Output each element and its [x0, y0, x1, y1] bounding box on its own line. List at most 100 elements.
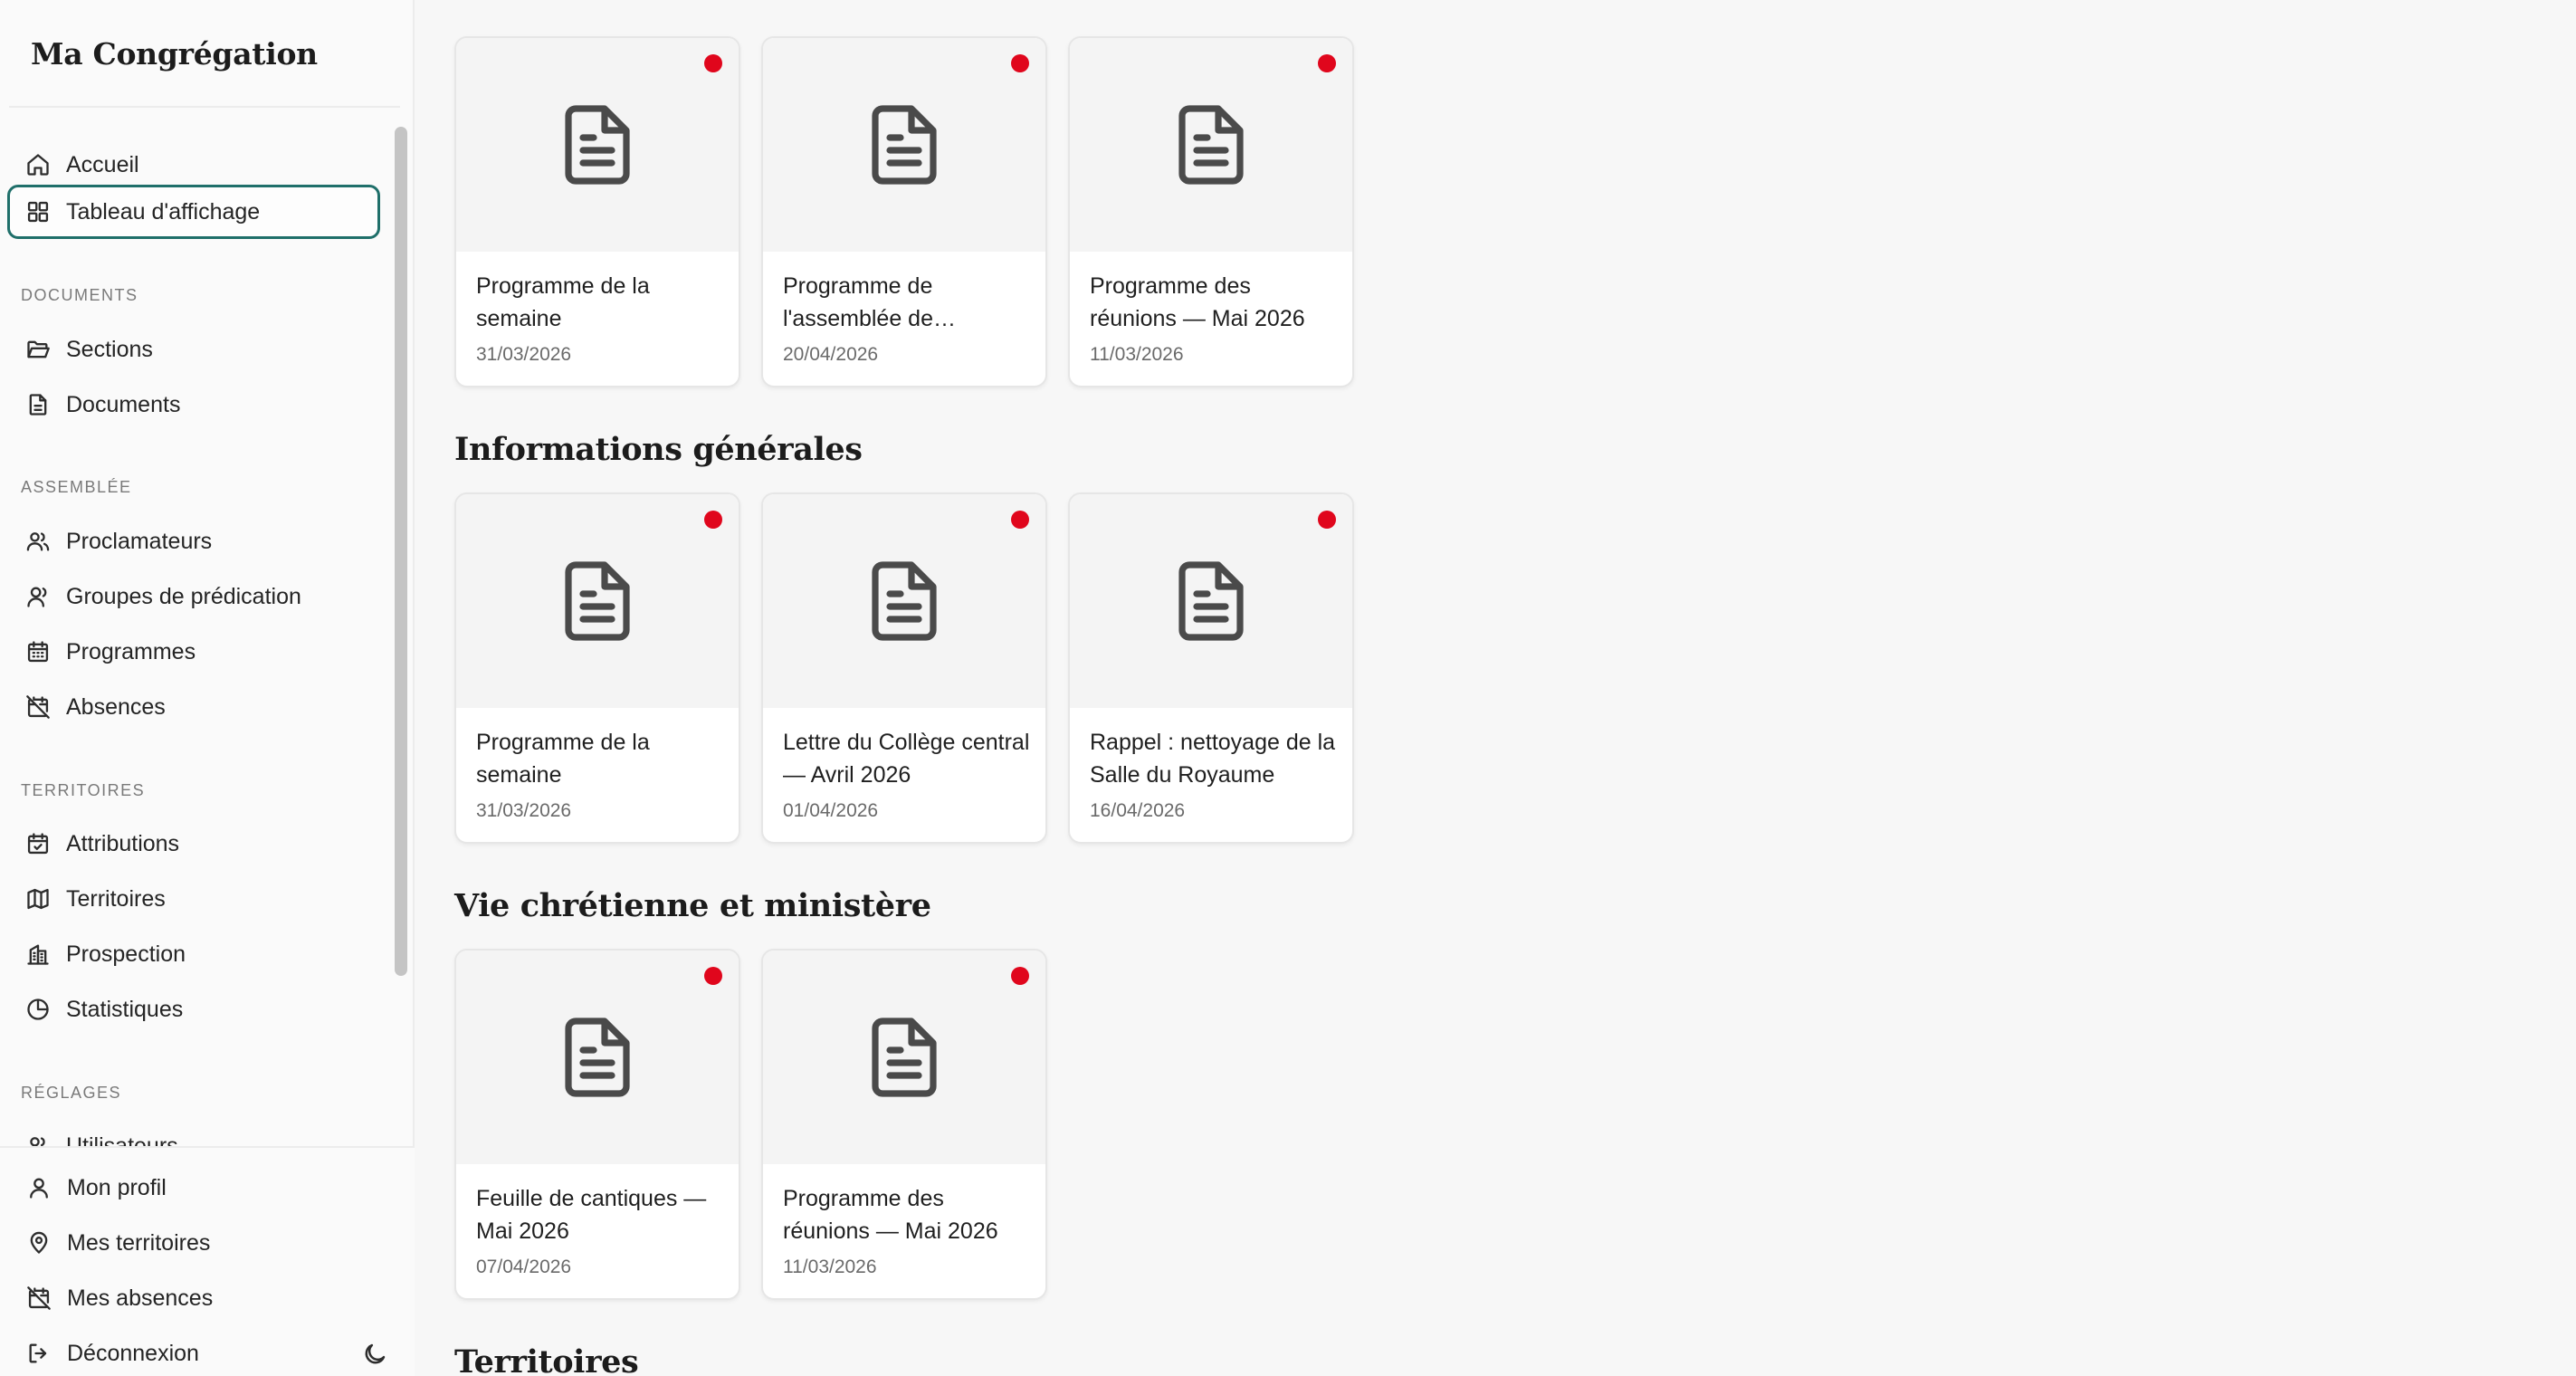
- document-thumbnail: [763, 951, 1045, 1164]
- sidebar-item-attributions[interactable]: Attributions: [7, 817, 380, 871]
- sidebar-item-programmes[interactable]: Programmes: [7, 625, 380, 679]
- document-icon: [872, 561, 937, 641]
- document-icon: [872, 105, 937, 185]
- section-label-documents: DOCUMENTS: [21, 286, 138, 304]
- document-card[interactable]: Rappel : nettoyage de la Salle du Royaum…: [1068, 492, 1354, 844]
- document-date: 31/03/2026: [476, 344, 572, 365]
- document-card[interactable]: Programme des réunions — Mai 2026 11/03/2…: [761, 949, 1047, 1300]
- document-card[interactable]: Feuille de cantiques — Mai 2026 07/04/202…: [454, 949, 740, 1300]
- unread-badge: [1318, 511, 1336, 529]
- unread-badge: [1011, 511, 1029, 529]
- calendar-off-icon: [25, 1285, 52, 1312]
- bottom-item-mes-absences[interactable]: Mes absences: [7, 1273, 369, 1323]
- document-card[interactable]: Programme des réunions — Mai 2026 11/03/2…: [1068, 36, 1354, 387]
- sidebar-item-prospection[interactable]: Prospection: [7, 927, 380, 981]
- sidebar-item-territoires[interactable]: Territoires: [7, 872, 380, 926]
- sidebar-item-label: Groupes de prédication: [66, 583, 301, 609]
- document-date: 01/04/2026: [783, 800, 879, 821]
- bottom-item-mes-territoires[interactable]: Mes territoires: [7, 1218, 369, 1268]
- document-icon: [1178, 561, 1244, 641]
- bottom-item-label: Mon profil: [67, 1174, 167, 1200]
- sidebar-item-tableau-affichage[interactable]: Tableau d'affichage: [7, 185, 380, 239]
- sidebar-item-documents[interactable]: Documents: [7, 377, 380, 432]
- sidebar-item-label: Statistiques: [66, 996, 184, 1022]
- document-date: 11/03/2026: [783, 1257, 877, 1277]
- sidebar-item-absences[interactable]: Absences: [7, 680, 380, 734]
- document-date: 11/03/2026: [1090, 344, 1184, 365]
- moon-icon: [361, 1341, 388, 1368]
- bottom-item-mon-profil[interactable]: Mon profil: [7, 1162, 369, 1213]
- document-icon: [872, 1018, 937, 1097]
- document-title: Programme de l'assemblée de…: [783, 273, 956, 331]
- bottom-item-label: Déconnexion: [67, 1340, 199, 1366]
- unread-badge: [704, 967, 722, 985]
- section-title: Territoires: [454, 1343, 639, 1376]
- document-icon: [565, 105, 630, 185]
- document-date: 31/03/2026: [476, 800, 572, 821]
- section-label-assemblee: ASSEMBLÉE: [21, 478, 132, 496]
- bottom-item-deconnexion[interactable]: Déconnexion: [7, 1328, 369, 1376]
- document-date: 07/04/2026: [476, 1257, 572, 1277]
- app-title: Ma Congrégation: [31, 36, 318, 72]
- document-card[interactable]: Programme de la semaine 31/03/2026: [454, 492, 740, 844]
- users-icon: [24, 528, 52, 555]
- sidebar-item-label: Attributions: [66, 830, 180, 856]
- sidebar-nav: Accueil Tableau d'affichage DOCUMENTS Se…: [0, 118, 389, 1146]
- building-icon: [24, 941, 52, 968]
- document-card[interactable]: Lettre du Collège central — Avril 2026 01…: [761, 492, 1047, 844]
- unread-badge: [704, 54, 722, 72]
- document-thumbnail: [456, 951, 739, 1164]
- unread-badge: [1318, 54, 1336, 72]
- document-thumbnail: [456, 38, 739, 252]
- home-icon: [24, 151, 52, 178]
- sidebar-item-label: Accueil: [66, 151, 139, 177]
- pie-chart-icon: [24, 996, 52, 1023]
- sidebar-item-label: Prospection: [66, 941, 186, 967]
- unread-badge: [704, 511, 722, 529]
- grid-icon: [24, 198, 52, 225]
- logout-icon: [25, 1340, 52, 1367]
- calendar-off-icon: [24, 693, 52, 721]
- sidebar-item-statistiques[interactable]: Statistiques: [7, 982, 380, 1037]
- sidebar-item-proclamateurs[interactable]: Proclamateurs: [7, 514, 380, 569]
- bottom-item-label: Mes absences: [67, 1285, 214, 1311]
- document-date: 20/04/2026: [783, 344, 879, 365]
- document-thumbnail: [456, 494, 739, 708]
- document-thumbnail: [763, 38, 1045, 252]
- sidebar-item-label: Territoires: [66, 885, 166, 912]
- sidebar-item-accueil[interactable]: Accueil: [7, 138, 380, 192]
- section-title: Informations générales: [454, 431, 863, 468]
- sidebar-item-utilisateurs[interactable]: Utilisateurs: [7, 1119, 380, 1146]
- document-date: 16/04/2026: [1090, 800, 1186, 821]
- document-card[interactable]: Programme de la semaine 31/03/2026: [454, 36, 740, 387]
- document-title: Programme de la semaine: [476, 730, 650, 788]
- document-icon: [565, 561, 630, 641]
- sidebar-item-label: Sections: [66, 336, 153, 362]
- sidebar-item-groupes[interactable]: Groupes de prédication: [7, 569, 380, 624]
- user-group-icon: [24, 583, 52, 610]
- sidebar-item-label: Documents: [66, 391, 181, 417]
- document-icon: [565, 1018, 630, 1097]
- document-title: Programme de la semaine: [476, 273, 650, 331]
- user-icon: [25, 1174, 52, 1201]
- document-title: Feuille de cantiques — Mai 2026: [476, 1186, 707, 1244]
- sidebar-item-label: Absences: [66, 693, 166, 720]
- unread-badge: [1011, 967, 1029, 985]
- document-card[interactable]: Programme de l'assemblée de… 20/04/2026: [761, 36, 1047, 387]
- sidebar: Ma Congrégation Accueil Tableau d'affich…: [0, 0, 415, 1376]
- unread-badge: [1011, 54, 1029, 72]
- sidebar-item-sections[interactable]: Sections: [7, 322, 380, 377]
- section-label-territoires: TERRITOIRES: [21, 781, 146, 799]
- document-title: Rappel : nettoyage de la Salle du Royaum…: [1090, 730, 1336, 788]
- map-icon: [24, 885, 52, 913]
- brand-divider: [9, 106, 400, 108]
- document-title: Programme des réunions — Mai 2026: [783, 1186, 998, 1244]
- section-title: Vie chrétienne et ministère: [454, 887, 931, 924]
- sidebar-item-label: Utilisateurs: [66, 1132, 178, 1147]
- document-thumbnail: [1070, 38, 1352, 252]
- folder-open-icon: [24, 336, 52, 363]
- sidebar-scrollbar-thumb[interactable]: [395, 127, 407, 976]
- theme-toggle-button[interactable]: [358, 1338, 391, 1371]
- document-title: Lettre du Collège central — Avril 2026: [783, 730, 1030, 788]
- sidebar-bottom-nav: Mon profil Mes territoires Mes absences …: [0, 1146, 415, 1376]
